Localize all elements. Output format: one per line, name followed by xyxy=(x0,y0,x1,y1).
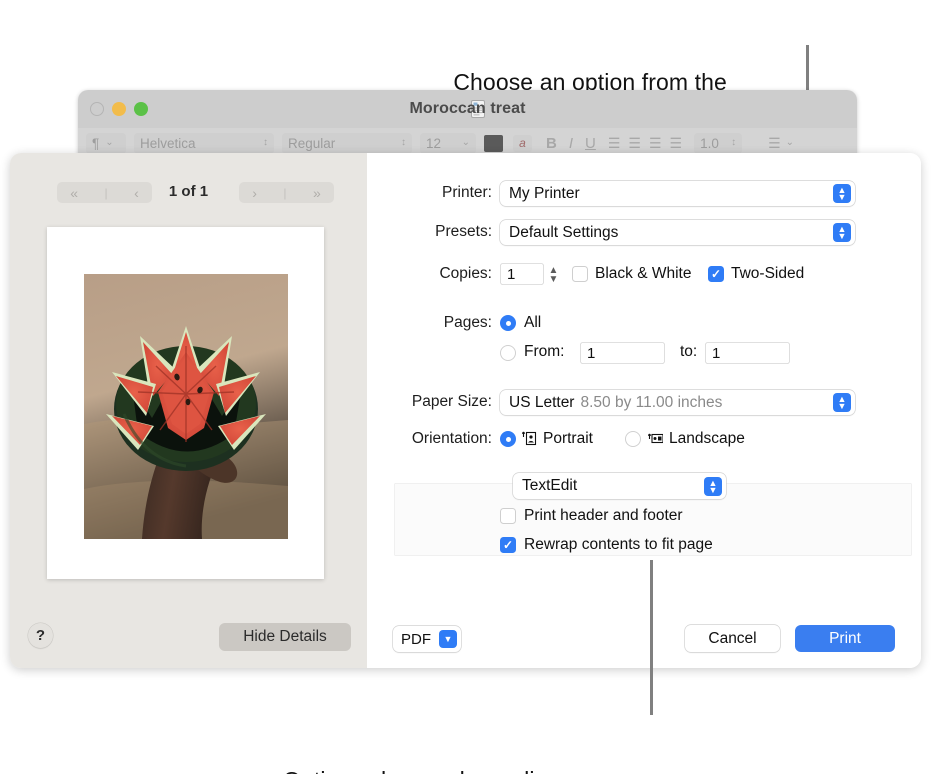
cancel-button[interactable]: Cancel xyxy=(685,625,780,652)
next-page-icon[interactable]: › xyxy=(252,185,257,201)
paragraph-icon: ¶ xyxy=(92,135,100,151)
font-family-value: Helvetica xyxy=(140,135,196,151)
presets-value: Default Settings xyxy=(509,223,619,241)
chevron-down-icon: ⌄ xyxy=(461,137,470,148)
pages-to-label: to: xyxy=(680,343,698,360)
print-options-module-stepper-icon[interactable]: ▲ ▼ xyxy=(704,477,722,496)
callout-bottom-leader xyxy=(650,560,653,715)
print-header-footer-checkbox[interactable] xyxy=(500,508,516,524)
printer-value: My Printer xyxy=(509,184,580,202)
line-spacing-control[interactable]: 1.0 ↕ xyxy=(694,132,743,154)
window-title: Moroccan treat xyxy=(409,100,526,117)
pages-to-input[interactable]: 1 xyxy=(705,342,790,364)
chevron-down-icon: ⌄ xyxy=(105,137,114,148)
printer-popup[interactable]: My Printer ▲ ▼ xyxy=(500,181,855,206)
print-preview-pane: « | ‹ 1 of 1 › | » ? Hide Details xyxy=(10,153,367,668)
presets-label: Presets: xyxy=(435,223,492,240)
font-style-control[interactable]: Regular ↕ xyxy=(282,132,412,154)
callout-bottom-line1: Options change depending xyxy=(283,764,560,774)
text-highlight-icon[interactable]: a xyxy=(513,134,532,152)
printer-label: Printer: xyxy=(442,184,492,201)
segment-divider: | xyxy=(283,185,287,200)
paper-size-popup[interactable]: US Letter 8.50 by 11.00 inches ▲ ▼ xyxy=(500,390,855,415)
align-center-icon[interactable]: ☰ xyxy=(628,135,641,152)
print-button[interactable]: Print xyxy=(795,625,895,652)
align-justify-icon[interactable]: ☰ xyxy=(670,135,683,152)
print-options-module-popup[interactable]: TextEdit ▲ ▼ xyxy=(513,473,726,499)
underline-button[interactable]: U xyxy=(585,135,596,152)
pdf-button-label: PDF xyxy=(401,630,431,648)
stepper-icon: ↕ xyxy=(731,137,737,148)
preview-navigation: « | ‹ 1 of 1 › | » xyxy=(10,182,367,204)
text-color-swatch[interactable] xyxy=(484,134,503,152)
list-style-icon[interactable]: ☰ xyxy=(768,135,781,152)
paper-size-dimensions: 8.50 by 11.00 inches xyxy=(580,393,723,411)
watermelon-photo xyxy=(84,274,288,539)
black-white-checkbox[interactable] xyxy=(572,266,588,282)
print-dialog: « | ‹ 1 of 1 › | » ? Hide Details Printe… xyxy=(10,153,921,668)
help-button[interactable]: ? xyxy=(28,623,53,648)
copies-label: Copies: xyxy=(439,265,492,282)
paper-size-stepper-icon[interactable]: ▲ ▼ xyxy=(833,393,851,412)
rewrap-contents-checkbox[interactable]: ✓ xyxy=(500,537,516,553)
portrait-radio[interactable] xyxy=(500,431,516,447)
portrait-label: Portrait xyxy=(543,430,593,447)
paper-size-value: US Letter xyxy=(509,393,575,411)
portrait-orientation-icon xyxy=(522,431,537,446)
align-right-icon[interactable]: ☰ xyxy=(649,135,662,152)
font-family-control[interactable]: Helvetica ↕ xyxy=(134,132,274,154)
print-options-module-value: TextEdit xyxy=(522,477,578,494)
two-sided-checkbox[interactable]: ✓ xyxy=(708,266,724,282)
chevron-down-icon: ⌄ xyxy=(785,137,795,148)
pages-range-radio[interactable] xyxy=(500,345,516,361)
italic-button[interactable]: I xyxy=(569,135,573,152)
stepper-icon: ↕ xyxy=(263,137,268,148)
copies-stepper-icon[interactable]: ▲ ▼ xyxy=(547,263,560,286)
stepper-icon: ↕ xyxy=(401,137,406,148)
last-page-icon[interactable]: » xyxy=(313,185,321,201)
landscape-orientation-icon xyxy=(648,433,663,444)
print-settings-pane: Printer: My Printer ▲ ▼ Presets: Default … xyxy=(367,153,921,668)
font-size-value: 12 xyxy=(426,135,442,151)
pages-from-label: From: xyxy=(524,343,565,360)
presets-popup[interactable]: Default Settings ▲ ▼ xyxy=(500,220,855,245)
font-size-control[interactable]: 12 ⌄ xyxy=(420,132,476,154)
landscape-radio[interactable] xyxy=(625,431,641,447)
hide-details-button[interactable]: Hide Details xyxy=(219,623,351,651)
printer-stepper-icon[interactable]: ▲ ▼ xyxy=(833,184,851,203)
font-style-value: Regular xyxy=(288,135,336,151)
landscape-label: Landscape xyxy=(669,430,745,447)
pages-all-radio[interactable] xyxy=(500,315,516,331)
copies-input[interactable]: 1 xyxy=(500,263,544,285)
two-sided-label: Two-Sided xyxy=(731,265,805,282)
paragraph-style-control[interactable]: ¶ ⌄ xyxy=(86,132,126,154)
line-spacing-value: 1.0 xyxy=(700,135,719,151)
chevron-down-icon[interactable]: ▼ xyxy=(439,630,457,648)
pages-from-input[interactable]: 1 xyxy=(580,342,665,364)
align-left-icon[interactable]: ☰ xyxy=(608,135,621,152)
pages-all-label: All xyxy=(524,314,542,331)
preview-next-group[interactable]: › | » xyxy=(239,182,334,203)
pdf-button[interactable]: PDF ▼ xyxy=(393,626,461,652)
print-header-footer-label: Print header and footer xyxy=(524,507,683,524)
pages-label: Pages: xyxy=(443,314,492,331)
textedit-titlebar[interactable]: Moroccan treat xyxy=(78,90,857,128)
watermelon-photo-svg xyxy=(84,274,288,539)
orientation-label: Orientation: xyxy=(411,430,492,447)
paper-size-label: Paper Size: xyxy=(411,393,492,410)
rewrap-contents-label: Rewrap contents to fit page xyxy=(524,536,713,553)
black-white-label: Black & White xyxy=(595,265,692,282)
bold-button[interactable]: B xyxy=(546,135,557,152)
preview-page-sheet xyxy=(47,227,324,579)
callout-bottom-text: Options change depending on what you cho… xyxy=(283,700,560,774)
presets-stepper-icon[interactable]: ▲ ▼ xyxy=(833,223,851,242)
